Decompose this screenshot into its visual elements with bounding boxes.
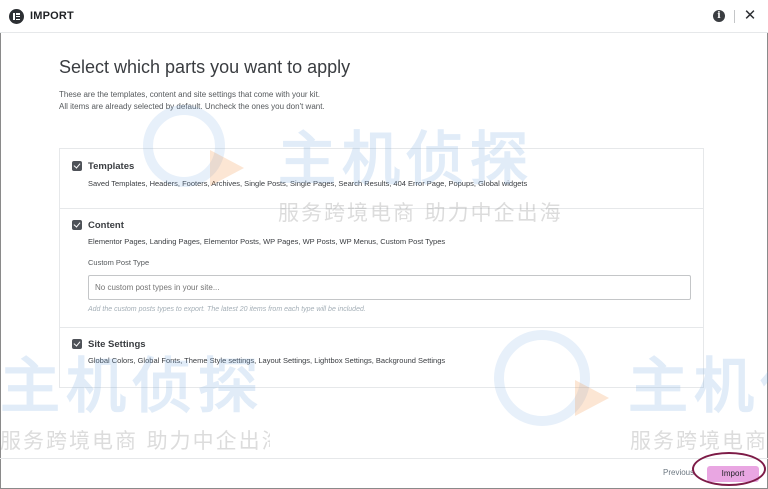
dialog-title: IMPORT bbox=[30, 10, 74, 22]
site-settings-checkbox[interactable] bbox=[72, 339, 82, 349]
section-items: Global Colors, Global Fonts, Theme Style… bbox=[88, 356, 446, 365]
custom-post-type-hint: Add the custom posts types to export. Th… bbox=[88, 306, 366, 313]
close-icon[interactable]: ✕ bbox=[743, 7, 757, 25]
kit-parts-panel: Templates Saved Templates, Headers, Foot… bbox=[59, 148, 704, 388]
section-items: Saved Templates, Headers, Footers, Archi… bbox=[88, 179, 528, 188]
page-description: These are the templates, content and sit… bbox=[59, 89, 325, 112]
templates-checkbox[interactable] bbox=[72, 161, 82, 171]
page-title: Select which parts you want to apply bbox=[59, 57, 351, 77]
dialog-footer: Previous Import bbox=[0, 458, 768, 489]
info-icon[interactable]: i bbox=[713, 10, 725, 22]
section-site-settings: Site Settings Global Colors, Global Font… bbox=[60, 328, 703, 388]
section-title: Templates bbox=[88, 161, 135, 172]
description-line: All items are already selected by defaul… bbox=[59, 101, 325, 111]
section-templates: Templates Saved Templates, Headers, Foot… bbox=[60, 149, 703, 209]
dialog-header: IMPORT i ✕ bbox=[0, 0, 768, 33]
content-checkbox[interactable] bbox=[72, 220, 82, 230]
elementor-logo-icon bbox=[9, 9, 24, 24]
section-items: Elementor Pages, Landing Pages, Elemento… bbox=[88, 237, 446, 246]
import-button[interactable]: Import bbox=[707, 466, 759, 482]
description-line: These are the templates, content and sit… bbox=[59, 90, 321, 99]
custom-post-type-label: Custom Post Type bbox=[88, 258, 150, 267]
section-title: Site Settings bbox=[88, 339, 146, 350]
section-title: Content bbox=[88, 220, 124, 231]
header-divider bbox=[734, 10, 735, 23]
custom-post-type-input[interactable] bbox=[88, 275, 691, 300]
previous-button[interactable]: Previous bbox=[663, 468, 694, 477]
